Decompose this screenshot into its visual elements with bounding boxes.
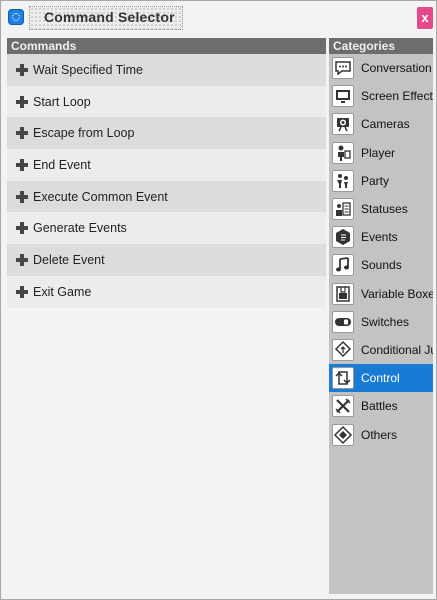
category-label: Variable Boxe [361,286,433,301]
categories-panel: Categories Conversation Screen Effects C… [329,38,433,594]
category-conversation[interactable]: Conversation [329,54,433,82]
category-label: Party [361,173,390,188]
plus-icon [16,63,28,76]
close-button[interactable]: x [417,7,433,29]
category-label: Sounds [361,258,402,273]
command-item[interactable]: Wait Specified Time [7,54,326,86]
category-label: Statuses [361,202,408,217]
plus-icon [16,285,28,298]
command-label: Exit Game [33,284,92,299]
command-item[interactable]: Delete Event [7,244,326,276]
command-item[interactable]: Escape from Loop [7,117,326,150]
category-label: Events [361,230,398,245]
command-label: End Event [33,157,91,172]
category-control[interactable]: Control [329,364,433,393]
command-item[interactable]: Generate Events [7,212,326,245]
category-player[interactable]: Player [329,139,433,167]
category-label: Screen Effects [361,89,433,104]
category-conditional-jump[interactable]: Conditional Ju [329,336,433,364]
plus-icon [16,190,28,203]
statuses-icon [332,198,354,221]
command-item[interactable]: End Event [7,149,326,181]
category-switches[interactable]: Switches [329,308,433,336]
app-icon [8,9,24,25]
variable-box-icon [332,282,354,305]
category-list: Conversation Screen Effects Cameras Play… [329,54,433,449]
category-party[interactable]: Party [329,167,433,195]
category-label: Conditional Ju [361,342,433,357]
command-label: Delete Event [33,252,105,267]
command-list: Wait Specified Time Start Loop Escape fr… [7,54,326,308]
category-cameras[interactable]: Cameras [329,110,433,138]
category-statuses[interactable]: Statuses [329,195,433,223]
title-box: Command Selector [29,6,183,30]
command-label: Generate Events [33,221,127,236]
category-label: Switches [361,314,410,329]
command-selector-window: Command Selector x Commands Wait Specifi… [0,0,437,600]
conditional-jump-icon [332,338,354,361]
camera-icon [332,113,354,136]
toggle-switch-icon [332,310,354,333]
category-label: Player [361,145,396,160]
party-icon [332,169,354,192]
category-events[interactable]: Events [329,223,433,251]
control-loop-icon [332,367,354,390]
command-item[interactable]: Start Loop [7,85,326,118]
music-note-icon [332,254,354,277]
category-label: Others [361,427,398,442]
player-icon [332,141,354,164]
category-label: Conversation [361,61,432,76]
plus-icon [16,222,28,235]
plus-icon [16,253,28,266]
category-others[interactable]: Others [329,420,433,448]
plus-icon [16,127,28,140]
category-label: Battles [361,399,398,414]
title-bar[interactable]: Command Selector x [1,1,436,35]
command-item[interactable]: Exit Game [7,275,326,308]
command-item[interactable]: Execute Common Event [7,180,326,213]
categories-header: Categories [329,38,433,54]
events-icon [332,226,354,249]
crossed-swords-icon [332,395,354,418]
commands-panel: Commands Wait Specified Time Start Loop … [7,38,326,593]
window-title: Command Selector [44,9,175,25]
category-sounds[interactable]: Sounds [329,251,433,279]
category-screen-effects[interactable]: Screen Effects [329,82,433,110]
commands-header: Commands [7,38,326,54]
command-label: Execute Common Event [33,189,168,204]
plus-icon [16,95,28,108]
command-label: Wait Specified Time [33,62,143,77]
command-label: Start Loop [33,94,91,109]
category-label: Control [361,371,400,386]
category-battles[interactable]: Battles [329,392,433,420]
category-variable-boxes[interactable]: Variable Boxe [329,280,433,308]
category-label: Cameras [361,117,410,132]
monitor-icon [332,85,354,108]
plus-icon [16,158,28,171]
others-diamond-icon [332,423,354,446]
speech-bubble-icon [332,57,354,80]
command-label: Escape from Loop [33,126,135,141]
